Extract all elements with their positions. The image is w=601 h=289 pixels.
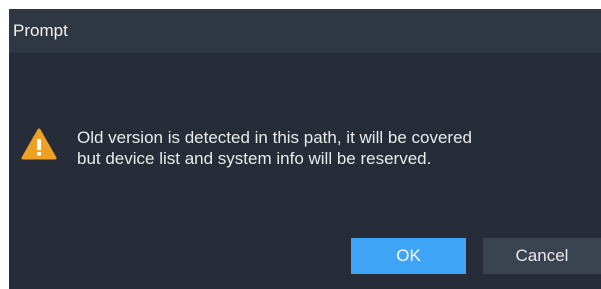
dialog-message: Old version is detected in this path, it… [77,127,597,169]
dialog-titlebar[interactable]: Prompt [9,9,601,53]
message-line-2: but device list and system info will be … [77,149,432,168]
ok-button[interactable]: OK [351,238,466,274]
message-line-1: Old version is detected in this path, it… [77,128,472,147]
dialog-title: Prompt [13,21,68,40]
prompt-dialog: Prompt Old version is detected in this p… [9,9,601,289]
message-row: Old version is detected in this path, it… [21,127,597,169]
warning-icon [21,128,57,160]
cancel-button[interactable]: Cancel [483,238,601,274]
